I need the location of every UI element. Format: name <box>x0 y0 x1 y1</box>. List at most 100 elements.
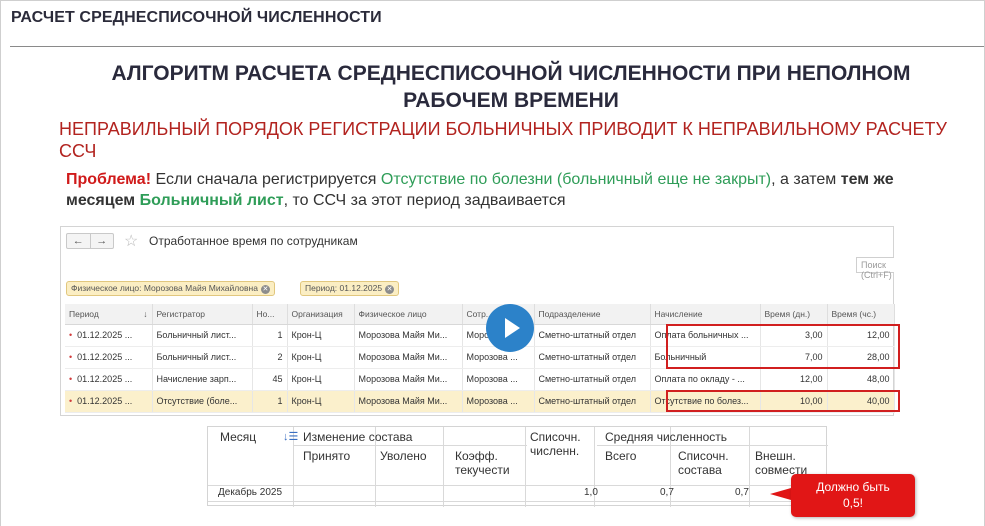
table-cell: Больничный лист... <box>152 346 253 369</box>
table-cell: 2 <box>252 346 288 369</box>
video-slide[interactable]: АЛГОРИТМ РАСЧЕТА СРЕДНЕСПИСОЧНОЙ ЧИСЛЕНН… <box>10 48 984 526</box>
problem-text-1: Если сначала регистрируется <box>151 171 381 188</box>
row-marker-icon: • <box>69 352 73 362</box>
sort-icon[interactable]: ↓☰ <box>283 430 298 443</box>
rep-row-total: 0,7 <box>660 487 674 498</box>
filter-chip-person-label: Физическое лицо: Морозова Майя Михайловн… <box>71 283 258 293</box>
table-cell: Больничный <box>650 346 761 369</box>
rep-col-change: Изменение состава <box>303 430 413 444</box>
report-window: ← → ☆ Отработанное время по сотрудникам … <box>60 226 900 416</box>
rep-col-total: Всего <box>605 449 637 463</box>
table-cell: Больничный лист... <box>152 324 253 347</box>
table-cell: 28,00 <box>827 346 895 369</box>
table-cell: • 01.12.2025 ... <box>65 390 153 413</box>
nav-buttons: ← → <box>66 233 114 249</box>
table-cell: 3,00 <box>760 324 828 347</box>
table-row[interactable]: • 01.12.2025 ... Отсутствие (боле... 1 Крон-… <box>65 390 895 413</box>
close-icon[interactable]: ✕ <box>385 285 395 294</box>
table-cell: Сметно-штатный отдел <box>534 346 651 369</box>
table-cell: 1 <box>252 390 288 413</box>
col-number[interactable]: Но... <box>252 304 288 325</box>
table-cell: Сметно-штатный отдел <box>534 324 651 347</box>
rep-col-avg: Средняя численность <box>605 430 728 444</box>
table-cell: Морозова Майя Ми... <box>354 390 463 413</box>
callout-should-be: Должно быть 0,5! <box>791 474 915 517</box>
callout-arrow <box>770 488 791 500</box>
header: РАСЧЕТ СРЕДНЕСПИСОЧНОЙ ЧИСЛЕННОСТИ <box>10 0 984 46</box>
col-accrual[interactable]: Начисление <box>650 304 761 325</box>
table-cell: 48,00 <box>827 368 895 391</box>
table-cell: Морозова Майя Ми... <box>354 368 463 391</box>
header-divider <box>10 46 984 47</box>
table-cell: 45 <box>252 368 288 391</box>
table-cell: 7,00 <box>760 346 828 369</box>
grid-header: Период ↓ Регистратор Но... Организация Фи… <box>65 304 895 325</box>
table-cell: Морозова ... <box>462 368 535 391</box>
close-icon[interactable]: ✕ <box>260 285 270 294</box>
col-person[interactable]: Физическое лицо <box>354 304 463 325</box>
filter-chip-period[interactable]: Период: 01.12.2025 ✕ <box>300 281 400 296</box>
data-grid: Период ↓ Регистратор Но... Организация Фи… <box>65 304 895 413</box>
problem-sick-leave-term: Больничный лист <box>139 192 284 209</box>
table-cell: Отсутствие (боле... <box>152 390 253 413</box>
table-cell: Оплата больничных ... <box>650 324 761 347</box>
slide-heading: АЛГОРИТМ РАСЧЕТА СРЕДНЕСПИСОЧНОЙ ЧИСЛЕНН… <box>10 60 984 114</box>
rep-row-month: Декабрь 2025 <box>218 487 283 498</box>
table-cell: Крон-Ц <box>287 324 355 347</box>
slide-heading-line1: АЛГОРИТМ РАСЧЕТА СРЕДНЕСПИСОЧНОЙ ЧИСЛЕНН… <box>111 62 911 85</box>
play-button[interactable] <box>486 304 534 352</box>
table-cell: Отсутствие по болез... <box>650 390 761 413</box>
col-days[interactable]: Время (дн.) <box>760 304 828 325</box>
table-cell: 1 <box>252 324 288 347</box>
col-department[interactable]: Подразделение <box>534 304 651 325</box>
table-cell: Морозова Майя Ми... <box>354 324 463 347</box>
search-input[interactable]: Поиск (Ctrl+F) <box>856 257 894 280</box>
slide-subtitle: НЕПРАВИЛЬНЫЙ ПОРЯДОК РЕГИСТРАЦИИ БОЛЬНИЧ… <box>59 119 947 161</box>
rep-col-turnover: Коэфф. текучести <box>455 449 510 477</box>
problem-text-2: , а затем <box>771 171 841 188</box>
table-cell: • 01.12.2025 ... <box>65 346 153 369</box>
callout-line2: 0,5! <box>842 496 863 510</box>
window-title: Отработанное время по сотрудникам <box>149 234 358 248</box>
table-row[interactable]: • 01.12.2025 ... Больничный лист... 2 Крон-Ц… <box>65 346 895 369</box>
row-marker-icon: • <box>69 374 73 384</box>
table-cell: Крон-Ц <box>287 346 355 369</box>
col-period[interactable]: Период ↓ <box>65 304 153 325</box>
filter-chip-period-label: Период: 01.12.2025 <box>305 283 383 293</box>
col-organization[interactable]: Организация <box>287 304 355 325</box>
table-cell: 12,00 <box>760 368 828 391</box>
back-icon[interactable]: ← <box>67 234 90 248</box>
forward-icon[interactable]: → <box>89 234 114 248</box>
rep-row-listed: 1,0 <box>584 487 598 498</box>
problem-absence-term: Отсутствие по болезни (больничный еще не… <box>380 171 772 188</box>
problem-label: Проблема! <box>66 171 152 188</box>
table-cell: Морозова ... <box>462 390 535 413</box>
table-cell: Крон-Ц <box>287 368 355 391</box>
table-cell: 12,00 <box>827 324 895 347</box>
table-cell: 40,00 <box>827 390 895 413</box>
rep-col-month: Месяц <box>220 430 257 444</box>
slide-heading-line2: РАБОЧЕМ ВРЕМЕНИ <box>403 89 619 112</box>
problem-text-4: , то ССЧ за этот период задваивается <box>283 192 566 209</box>
table-cell: 10,00 <box>760 390 828 413</box>
table-cell: • 01.12.2025 ... <box>65 324 153 347</box>
col-registrar[interactable]: Регистратор <box>152 304 253 325</box>
rep-col-external: Внешн. совмести <box>755 449 808 477</box>
callout-line1: Должно быть <box>816 480 890 494</box>
table-row[interactable]: • 01.12.2025 ... Начисление зарп... 45 Крон-… <box>65 368 895 391</box>
filter-chip-person[interactable]: Физическое лицо: Морозова Майя Михайловн… <box>66 281 275 296</box>
row-marker-icon: • <box>69 396 73 406</box>
table-cell: Начисление зарп... <box>152 368 253 391</box>
headcount-report: Месяц ↓☰ Изменение состава Принято Уволе… <box>207 426 828 507</box>
sort-desc-icon[interactable]: ↓ <box>143 309 147 319</box>
col-hours[interactable]: Время (чс.) <box>827 304 895 325</box>
table-row[interactable]: • 01.12.2025 ... Больничный лист... 1 Крон-Ц… <box>65 324 895 347</box>
page-title: РАСЧЕТ СРЕДНЕСПИСОЧНОЙ ЧИСЛЕННОСТИ <box>11 9 382 26</box>
rep-col-hired: Принято <box>303 449 351 463</box>
table-cell: • 01.12.2025 ... <box>65 368 153 391</box>
table-cell: Сметно-штатный отдел <box>534 368 651 391</box>
table-cell: Оплата по окладу - ... <box>650 368 761 391</box>
rep-col-fired: Уволено <box>380 449 427 463</box>
row-marker-icon: • <box>69 330 73 340</box>
favorite-star-icon[interactable]: ☆ <box>124 231 138 251</box>
